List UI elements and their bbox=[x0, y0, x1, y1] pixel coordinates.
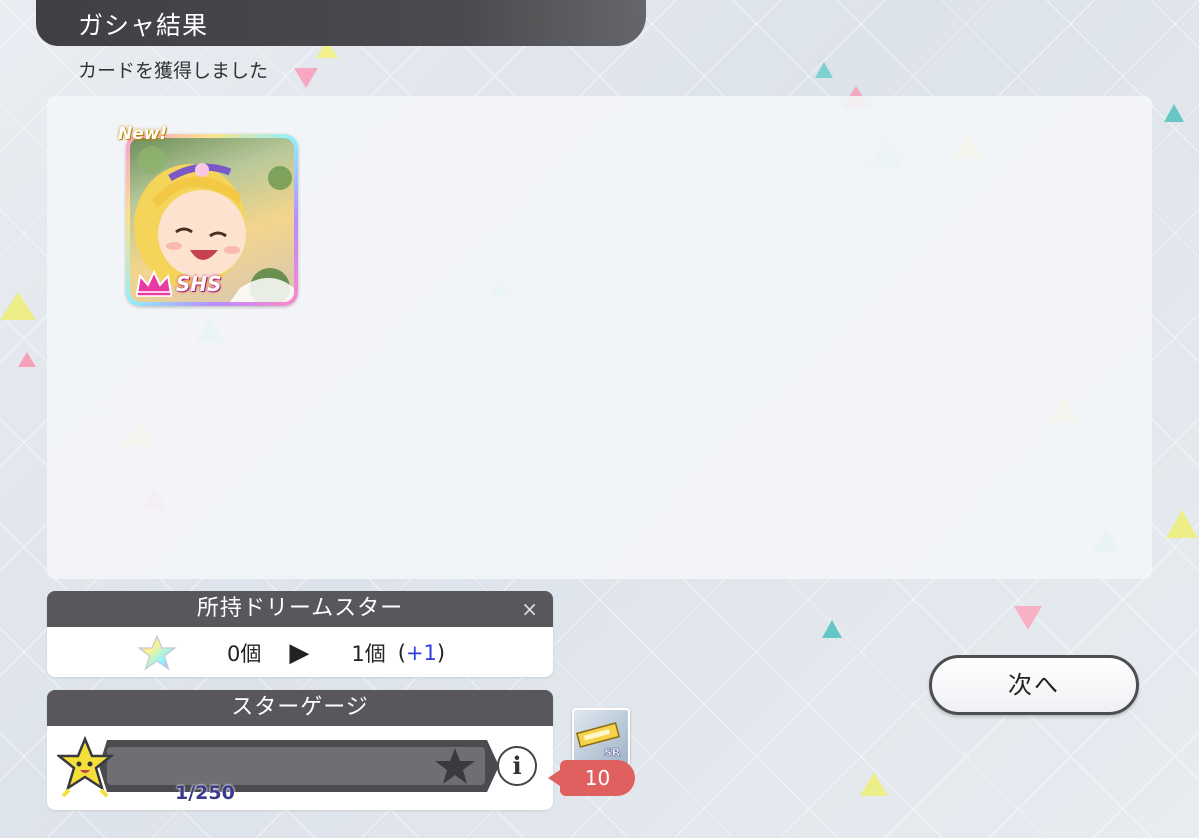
result-subtitle: カードを獲得しました bbox=[78, 60, 269, 82]
close-button[interactable]: × bbox=[521, 591, 539, 627]
reward-badge-label: SR bbox=[604, 746, 621, 759]
confetti bbox=[1166, 510, 1198, 538]
confetti bbox=[18, 352, 36, 367]
info-button[interactable]: i bbox=[497, 746, 537, 786]
star-gauge-panel: スターゲージ 1/250 bbox=[47, 690, 553, 810]
dream-star-delta-open: ( bbox=[397, 641, 406, 665]
star-gauge-title: スターゲージ bbox=[231, 695, 369, 720]
confetti bbox=[1014, 606, 1042, 630]
card-artwork: SHS bbox=[130, 138, 294, 302]
rarity-label: SHS bbox=[176, 272, 222, 296]
reward-ticket-icon[interactable]: SR bbox=[572, 708, 630, 766]
card-thumbnail[interactable]: SHS bbox=[126, 134, 298, 306]
star-mascot-icon bbox=[57, 736, 115, 798]
gauge-end-star-icon bbox=[435, 748, 475, 784]
star-gauge-header: スターゲージ bbox=[47, 690, 553, 726]
dream-star-before: 0個 bbox=[227, 642, 262, 666]
rarity-badge: SHS bbox=[134, 270, 222, 298]
star-gauge-count: 1/250 bbox=[175, 782, 235, 804]
page-title: ガシャ結果 bbox=[78, 11, 209, 40]
crown-icon bbox=[135, 270, 173, 297]
dream-star-icon bbox=[137, 634, 177, 671]
dream-star-row: 0個 ▶ 1個 ( +1 ) bbox=[47, 627, 553, 677]
reward-count-tag: 10 bbox=[548, 760, 635, 796]
confetti bbox=[822, 620, 842, 638]
confetti bbox=[294, 68, 318, 88]
confetti bbox=[860, 772, 888, 796]
confetti bbox=[1164, 104, 1184, 122]
star-gauge: 1/250 bbox=[47, 726, 553, 808]
dream-star-panel: 所持ドリームスター × 0個 ▶ 1個 ( +1 ) bbox=[47, 591, 553, 677]
dream-star-delta-close: ) bbox=[436, 641, 446, 665]
new-badge: New! bbox=[118, 124, 168, 144]
sr-ticket-icon: SR bbox=[575, 722, 621, 759]
dream-star-header: 所持ドリームスター × bbox=[47, 591, 553, 627]
confetti bbox=[815, 62, 833, 78]
header-bar: ガシャ結果 bbox=[36, 0, 646, 46]
dream-star-after: 1個 bbox=[351, 642, 386, 666]
arrow-right-icon: ▶ bbox=[289, 638, 310, 668]
confetti bbox=[0, 292, 36, 320]
next-button[interactable]: 次へ bbox=[929, 655, 1139, 715]
dream-star-delta: +1 bbox=[405, 641, 437, 665]
dream-star-title: 所持ドリームスター bbox=[196, 596, 404, 621]
